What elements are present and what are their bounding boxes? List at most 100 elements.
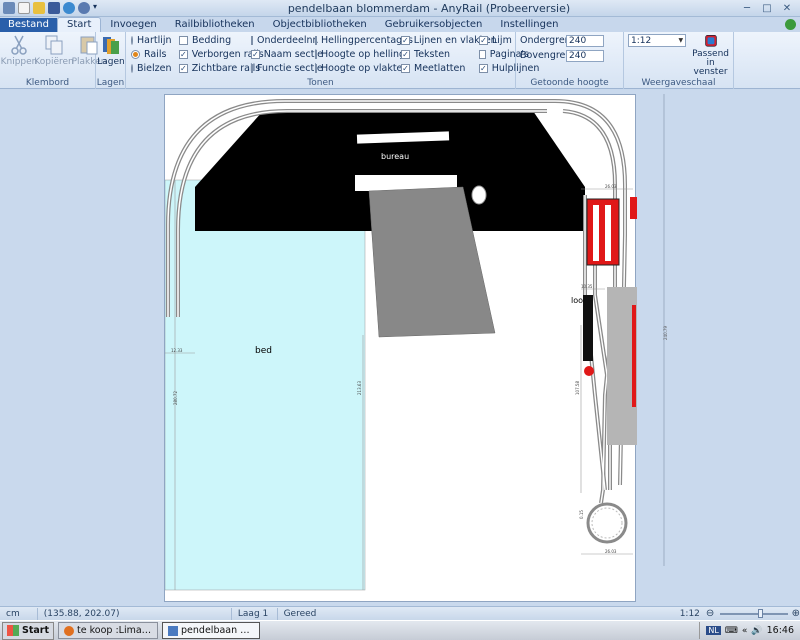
- anyrail-icon: [168, 625, 179, 636]
- track-plan[interactable]: 26.03 26.03 12.33 10.35 280.72 213.63 10…: [164, 91, 637, 603]
- dim-height-far: 240.79: [663, 326, 668, 340]
- help-circle-icon[interactable]: [78, 2, 90, 14]
- checkbox-checked-icon: ✓: [251, 49, 260, 59]
- zoom-in-icon[interactable]: ⊕: [792, 608, 800, 619]
- tab-bestand[interactable]: Bestand: [0, 18, 57, 32]
- bovengrens-input[interactable]: 240: [566, 49, 604, 62]
- unit-indicator: cm: [0, 607, 38, 620]
- red-block-1[interactable]: [586, 198, 620, 266]
- lagen-label: Lagen: [97, 57, 125, 67]
- help-icon[interactable]: [785, 19, 796, 30]
- checkbox-hoogte-op-vlaktes[interactable]: Hoogte op vlaktes: [315, 62, 407, 74]
- workspace[interactable]: 26.03 26.03 12.33 10.35 280.72 213.63 10…: [0, 90, 800, 606]
- app-menu-icon[interactable]: [3, 2, 15, 14]
- checkbox-onderdeelnr[interactable]: Onderdeelnr.: [251, 34, 319, 46]
- turntable[interactable]: [586, 502, 628, 544]
- checkbox-functie-sectie[interactable]: Functie sectie: [251, 62, 323, 74]
- tonen-col-1: Hartlijn Rails Bielzen: [131, 34, 172, 77]
- taskbar-item-anyrail[interactable]: pendelbaan blommerdam ...: [162, 622, 261, 639]
- checkbox-icon: [479, 49, 486, 59]
- ondergrens-input[interactable]: 240: [566, 34, 604, 47]
- windows-logo-icon: [7, 625, 19, 636]
- knippen-label: Knippen: [0, 57, 38, 67]
- new-file-icon[interactable]: [18, 2, 30, 14]
- globe-icon[interactable]: [63, 2, 75, 14]
- knippen-button[interactable]: Knippen: [1, 34, 37, 77]
- radio-bielzen[interactable]: Bielzen: [131, 62, 172, 74]
- red-signal-dot[interactable]: [584, 366, 594, 376]
- checkbox-label: Meetlatten: [414, 62, 466, 74]
- clock[interactable]: 16:46: [767, 625, 794, 636]
- language-indicator[interactable]: NL: [706, 626, 721, 635]
- checkbox-hoogte-op-helling[interactable]: Hoogte op helling: [315, 48, 405, 60]
- minimize-button[interactable]: ─: [738, 2, 756, 14]
- tonen-col-2: Bedding ✓ Verborgen rails ✓ Zichtbare rail…: [179, 34, 264, 77]
- maximize-button[interactable]: □: [758, 2, 776, 14]
- lagen-button[interactable]: Lagen: [97, 34, 125, 77]
- kopieren-button[interactable]: Kopiëren: [34, 34, 74, 77]
- tab-start[interactable]: Start: [56, 17, 102, 32]
- scale-combo[interactable]: 1:12 ▼: [628, 34, 687, 47]
- ribbon-tabs: Bestand Start Invoegen Railbibliotheken …: [0, 17, 800, 32]
- volume-icon[interactable]: 🔊: [751, 626, 762, 636]
- bed-label: bed: [255, 346, 272, 356]
- radio-hartlijn[interactable]: Hartlijn: [131, 34, 172, 46]
- red-block-stripe-2: [605, 205, 611, 261]
- tab-railbibliotheken[interactable]: Railbibliotheken: [166, 18, 264, 32]
- checkbox-zichtbare-rails[interactable]: ✓ Zichtbare rails: [179, 62, 260, 74]
- group-getoonde-hoogte: Ondergrens 240 Bovengrens 240 Getoonde h…: [516, 32, 624, 89]
- passend-in-venster-button[interactable]: Passend in venster: [692, 34, 729, 77]
- layout-canvas[interactable]: 26.03 26.03 12.33 10.35 280.72 213.63 10…: [164, 91, 637, 603]
- taskbar-item-browser[interactable]: te koop :Lima DDM met bi...: [58, 622, 159, 639]
- checkbox-hellingpercentages[interactable]: Hellingpercentages: [315, 34, 413, 46]
- checkbox-meetlatten[interactable]: ✓ Meetlatten: [401, 62, 471, 74]
- checkbox-checked-icon: ✓: [401, 49, 410, 59]
- checkbox-lijnen-en-vlakken[interactable]: ✓ Lijnen en vlakken: [401, 34, 497, 46]
- bovengrens-row: Bovengrens 240: [520, 49, 619, 62]
- checkbox-icon: [315, 63, 317, 73]
- radio-rails[interactable]: Rails: [131, 48, 171, 60]
- dim-small-right: 10.35: [581, 284, 593, 289]
- layer-indicator[interactable]: Laag 1: [232, 607, 278, 620]
- checkbox-teksten[interactable]: ✓ Teksten: [401, 48, 471, 60]
- tab-gebruikersobjecten[interactable]: Gebruikersobjecten: [376, 18, 492, 32]
- checkbox-verborgen-rails[interactable]: ✓ Verborgen rails: [179, 48, 264, 60]
- checkbox-icon: [315, 49, 317, 59]
- group-label-getoonde-hoogte: Getoonde hoogte: [530, 78, 609, 88]
- group-weergaveschaal: 1:12 ▼ Passend in venster Weergaveschaal: [624, 32, 734, 89]
- loo-label: loo: [571, 296, 583, 305]
- layers-icon: [103, 37, 119, 54]
- customize-dropdown-icon[interactable]: ▾: [93, 2, 105, 14]
- ondergrens-label: Ondergrens: [520, 35, 576, 46]
- zoom-slider[interactable]: [720, 608, 788, 618]
- radio-label: Hartlijn: [137, 34, 172, 46]
- tray-arrows-icon[interactable]: «: [742, 626, 748, 636]
- loo-object[interactable]: [583, 295, 593, 361]
- checkbox-checked-icon: ✓: [479, 35, 488, 45]
- tab-invoegen[interactable]: Invoegen: [101, 18, 165, 32]
- zoom-slider-thumb[interactable]: [758, 608, 764, 618]
- checkbox-naam-sectie[interactable]: ✓ Naam sectie: [251, 48, 323, 60]
- keyboard-icon[interactable]: ⌨: [725, 626, 738, 636]
- start-button[interactable]: Start: [2, 621, 55, 640]
- tab-objectbibliotheken[interactable]: Objectbibliotheken: [264, 18, 376, 32]
- checkbox-icon: [179, 35, 188, 45]
- ribbon: Knippen Kopiëren Plakken Klembord Lagen …: [0, 32, 800, 89]
- open-folder-icon[interactable]: [33, 2, 45, 14]
- red-marker-side[interactable]: [632, 305, 636, 407]
- group-klembord: Knippen Kopiëren Plakken Klembord: [0, 32, 106, 89]
- tab-instellingen[interactable]: Instellingen: [491, 18, 567, 32]
- scale-value: 1:12: [631, 35, 652, 46]
- close-button[interactable]: ✕: [778, 2, 796, 14]
- red-marker-top[interactable]: [630, 197, 637, 219]
- bed-area[interactable]: [164, 179, 366, 591]
- browser-icon: [64, 625, 75, 636]
- checkbox-bedding[interactable]: Bedding: [179, 34, 243, 46]
- lamp-object: [471, 185, 487, 205]
- zoom-out-icon[interactable]: ⊖: [706, 608, 714, 619]
- quick-access-toolbar: ▾: [0, 2, 120, 14]
- tonen-col-5: ✓ Lijnen en vlakken ✓ Teksten ✓ Meetlatten: [401, 34, 497, 77]
- group-lagen: Lagen Lagen: [96, 32, 126, 89]
- checkbox-checked-icon: ✓: [401, 63, 410, 73]
- save-icon[interactable]: [48, 2, 60, 14]
